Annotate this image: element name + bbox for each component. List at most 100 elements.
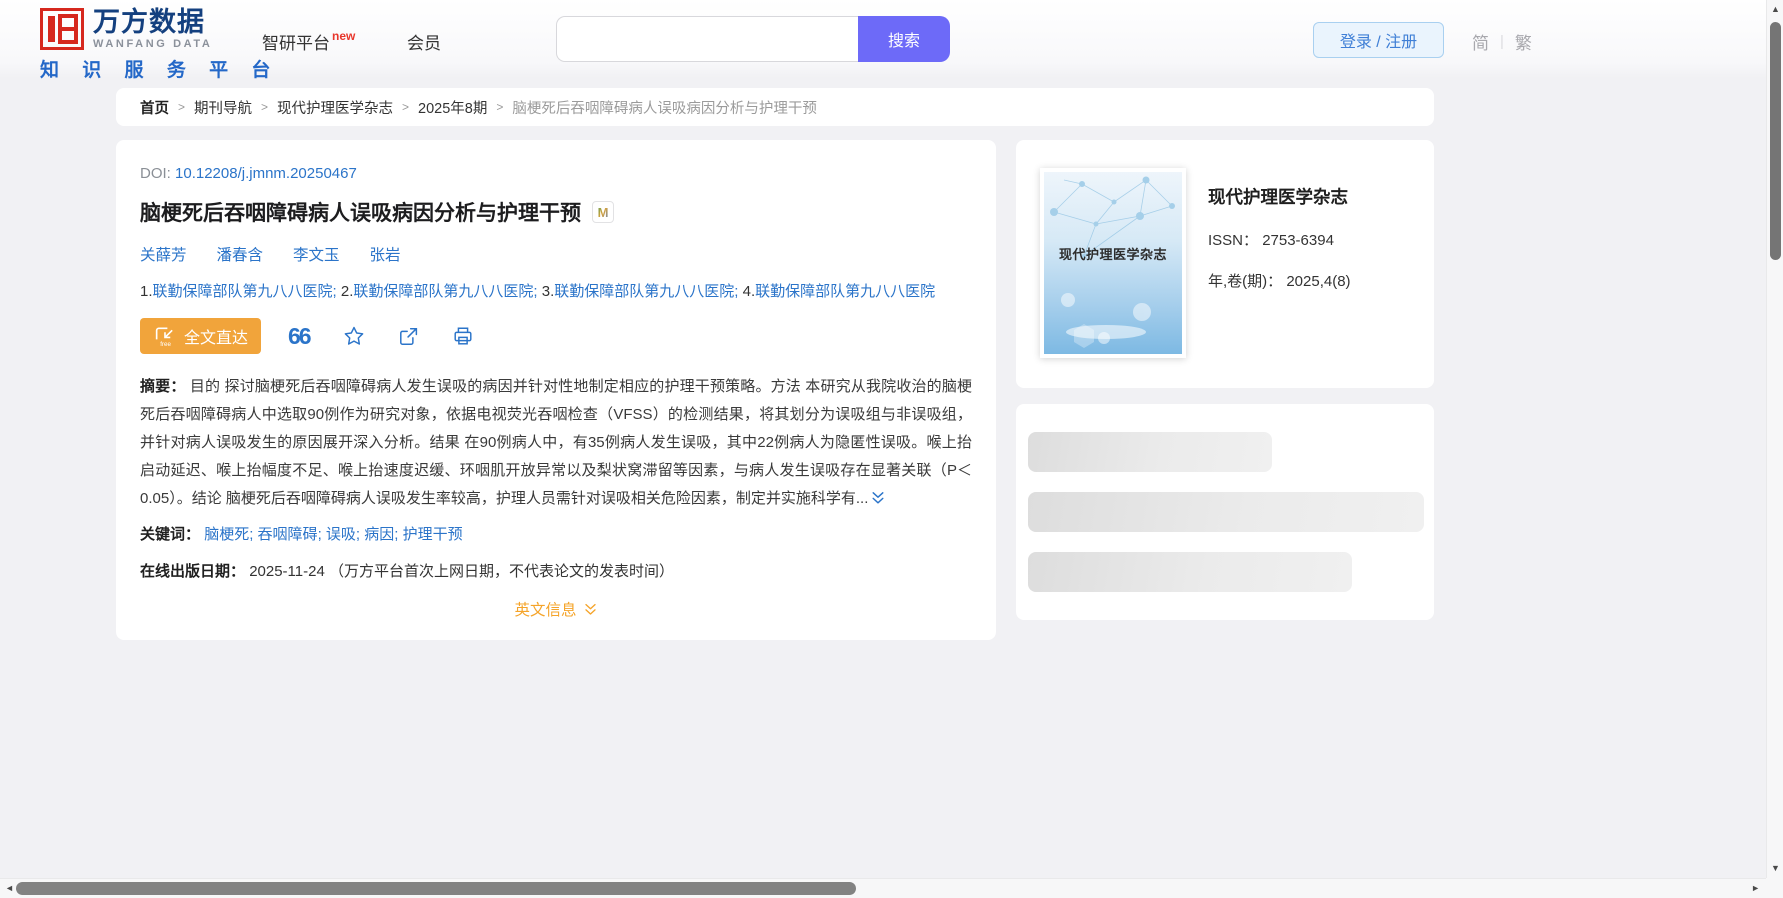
affiliation-link[interactable]: 联勤保障部队第九八八医院	[755, 283, 935, 300]
affiliation-separator: ;	[533, 283, 538, 300]
cite-quote-icon[interactable]: 66	[288, 324, 312, 348]
scrollbar-corner	[1766, 878, 1783, 898]
lang-divider: |	[1500, 33, 1504, 50]
brand-tagline: 知 识 服 务 平 台	[40, 60, 280, 82]
brand-name-cn: 万方数据	[93, 7, 205, 37]
affiliation-link[interactable]: 联勤保障部队第九八八医院	[153, 283, 333, 300]
affiliation-list: 1.联勤保障部队第九八八医院; 2.联勤保障部队第九八八医院; 3.联勤保障部队…	[140, 280, 972, 301]
doi-label: DOI:	[140, 165, 171, 182]
online-publish-date: 2025-11-24	[249, 563, 325, 580]
affiliation-number: 1.	[140, 283, 153, 300]
issue-value: 2025,4(8)	[1286, 273, 1351, 290]
cover-decoration	[1050, 176, 1175, 348]
breadcrumb: 首页 > 期刊导航 > 现代护理医学杂志 > 2025年8期 > 脑梗死后吞咽障…	[116, 88, 1434, 126]
issue-label: 年,卷(期)：	[1208, 273, 1283, 290]
keyword-link[interactable]: 吞咽障碍	[258, 526, 318, 543]
language-switch: 简 | 繁	[1472, 29, 1532, 54]
wanfang-logo-icon	[40, 8, 84, 50]
scroll-left-arrow[interactable]: ◄	[5, 884, 14, 893]
related-content-card	[1016, 404, 1434, 620]
search-button[interactable]: 搜索	[858, 16, 950, 62]
nav-zhiyan-platform[interactable]: 智研平台 new	[262, 29, 356, 54]
print-icon[interactable]	[452, 325, 474, 347]
online-publish-label: 在线出版日期：	[140, 563, 246, 580]
keyword-link[interactable]: 脑梗死	[204, 526, 249, 543]
scroll-up-arrow[interactable]: ▲	[1771, 5, 1780, 14]
keyword-separator: ;	[355, 526, 361, 543]
journal-cover-image[interactable]: 现代护理医学杂志	[1040, 168, 1186, 358]
favorite-star-icon[interactable]	[343, 325, 365, 347]
affiliation-separator: ;	[332, 283, 337, 300]
lang-simplified[interactable]: 简	[1472, 29, 1489, 54]
wanfang-logo[interactable]: 万方数据 WANFANG DATA 知 识 服 务 平 台	[40, 8, 279, 82]
issn-value: 2753-6394	[1262, 232, 1334, 249]
keyword-separator: ;	[394, 526, 399, 543]
author-link[interactable]: 潘春含	[217, 243, 264, 265]
english-info-chevron-icon	[584, 603, 596, 615]
breadcrumb-separator: >	[402, 100, 410, 114]
search-bar: 搜索	[556, 16, 950, 62]
breadcrumb-separator: >	[178, 100, 186, 114]
free-download-icon: free	[155, 327, 173, 348]
article-detail-card: DOI: 10.12208/j.jmnm.20250467 脑梗死后吞咽障碍病人…	[116, 140, 996, 640]
online-publish-row: 在线出版日期： 2025-11-24 （万方平台首次上网日期，不代表论文的发表时…	[140, 560, 972, 581]
affiliation-link[interactable]: 联勤保障部队第九八八医院	[554, 283, 734, 300]
affiliation-separator: ;	[734, 283, 739, 300]
online-publish-note: （万方平台首次上网日期，不代表论文的发表时间）	[328, 563, 674, 580]
keywords-row: 关键词： 脑梗死; 吞咽障碍; 误吸; 病因; 护理干预	[140, 522, 972, 548]
article-actions: free 全文直达 66	[140, 318, 972, 354]
journal-meta: 现代护理医学杂志 ISSN： 2753-6394 年,卷(期)： 2025,4(…	[1208, 168, 1351, 360]
fulltext-access-button[interactable]: free 全文直达	[140, 318, 262, 354]
english-info-label: 英文信息	[514, 602, 577, 619]
doi-link[interactable]: 10.12208/j.jmnm.20250467	[175, 165, 357, 182]
keyword-link[interactable]: 护理干预	[403, 526, 463, 543]
keyword-separator: ;	[317, 526, 322, 543]
brand-name-en: WANFANG DATA	[93, 38, 213, 51]
keyword-separator: ;	[249, 526, 254, 543]
breadcrumb-current-article: 脑梗死后吞咽障碍病人误吸病因分析与护理干预	[512, 100, 817, 117]
breadcrumb-journal-nav[interactable]: 期刊导航	[194, 97, 252, 118]
affiliation-number: 2.	[340, 283, 354, 300]
affiliation-number: 4.	[742, 283, 756, 300]
vertical-scrollbar[interactable]: ▲ ▼	[1766, 0, 1783, 878]
horizontal-scrollbar[interactable]: ◄ ►	[0, 878, 1766, 898]
lang-traditional[interactable]: 繁	[1515, 29, 1532, 54]
breadcrumb-issue[interactable]: 2025年8期	[418, 97, 487, 118]
action-icon-row: 66	[288, 324, 474, 348]
site-header: 万方数据 WANFANG DATA 知 识 服 务 平 台 智研平台 new 会员…	[0, 0, 1783, 81]
new-badge: new	[332, 29, 356, 43]
breadcrumb-home[interactable]: 首页	[140, 97, 169, 118]
doi-line: DOI: 10.12208/j.jmnm.20250467	[140, 165, 972, 182]
author-link[interactable]: 张岩	[370, 243, 401, 265]
nav-zhiyan-label: 智研平台	[262, 34, 330, 53]
metrics-badge-icon[interactable]: M	[592, 201, 614, 223]
affiliation-link[interactable]: 联勤保障部队第九八八医院	[353, 283, 533, 300]
keyword-link[interactable]: 误吸	[326, 526, 356, 543]
english-info-toggle[interactable]: 英文信息	[140, 598, 972, 620]
svg-text:free: free	[160, 341, 171, 348]
breadcrumb-separator: >	[496, 100, 504, 114]
horizontal-scrollbar-thumb[interactable]	[16, 882, 856, 895]
share-icon[interactable]	[398, 326, 419, 347]
skeleton-placeholder-bar	[1028, 492, 1424, 532]
breadcrumb-journal[interactable]: 现代护理医学杂志	[277, 97, 393, 118]
breadcrumb-separator: >	[261, 100, 269, 114]
abstract-text: 目的 探讨脑梗死后吞咽障碍病人发生误吸的病因并针对性地制定相应的护理干预策略。方…	[140, 378, 972, 507]
vertical-scrollbar-thumb[interactable]	[1770, 22, 1781, 260]
author-link[interactable]: 李文玉	[293, 243, 340, 265]
expand-abstract-chevron-icon[interactable]	[870, 490, 886, 506]
abstract-label: 摘要：	[140, 378, 186, 395]
nav-member[interactable]: 会员	[407, 29, 441, 54]
skeleton-placeholder-bar	[1028, 552, 1352, 592]
nav-member-label: 会员	[407, 34, 441, 53]
login-register-button[interactable]: 登录 / 注册	[1313, 22, 1444, 58]
page-title: 脑梗死后吞咽障碍病人误吸病因分析与护理干预	[140, 202, 581, 225]
journal-name[interactable]: 现代护理医学杂志	[1208, 184, 1351, 209]
scroll-down-arrow[interactable]: ▼	[1771, 864, 1780, 873]
keyword-link[interactable]: 病因	[364, 526, 394, 543]
search-input[interactable]	[556, 16, 858, 62]
journal-cover-title: 现代护理医学杂志	[1058, 247, 1167, 262]
author-link[interactable]: 关薛芳	[140, 243, 187, 265]
scroll-right-arrow[interactable]: ►	[1751, 884, 1760, 893]
fulltext-button-label: 全文直达	[184, 330, 249, 347]
